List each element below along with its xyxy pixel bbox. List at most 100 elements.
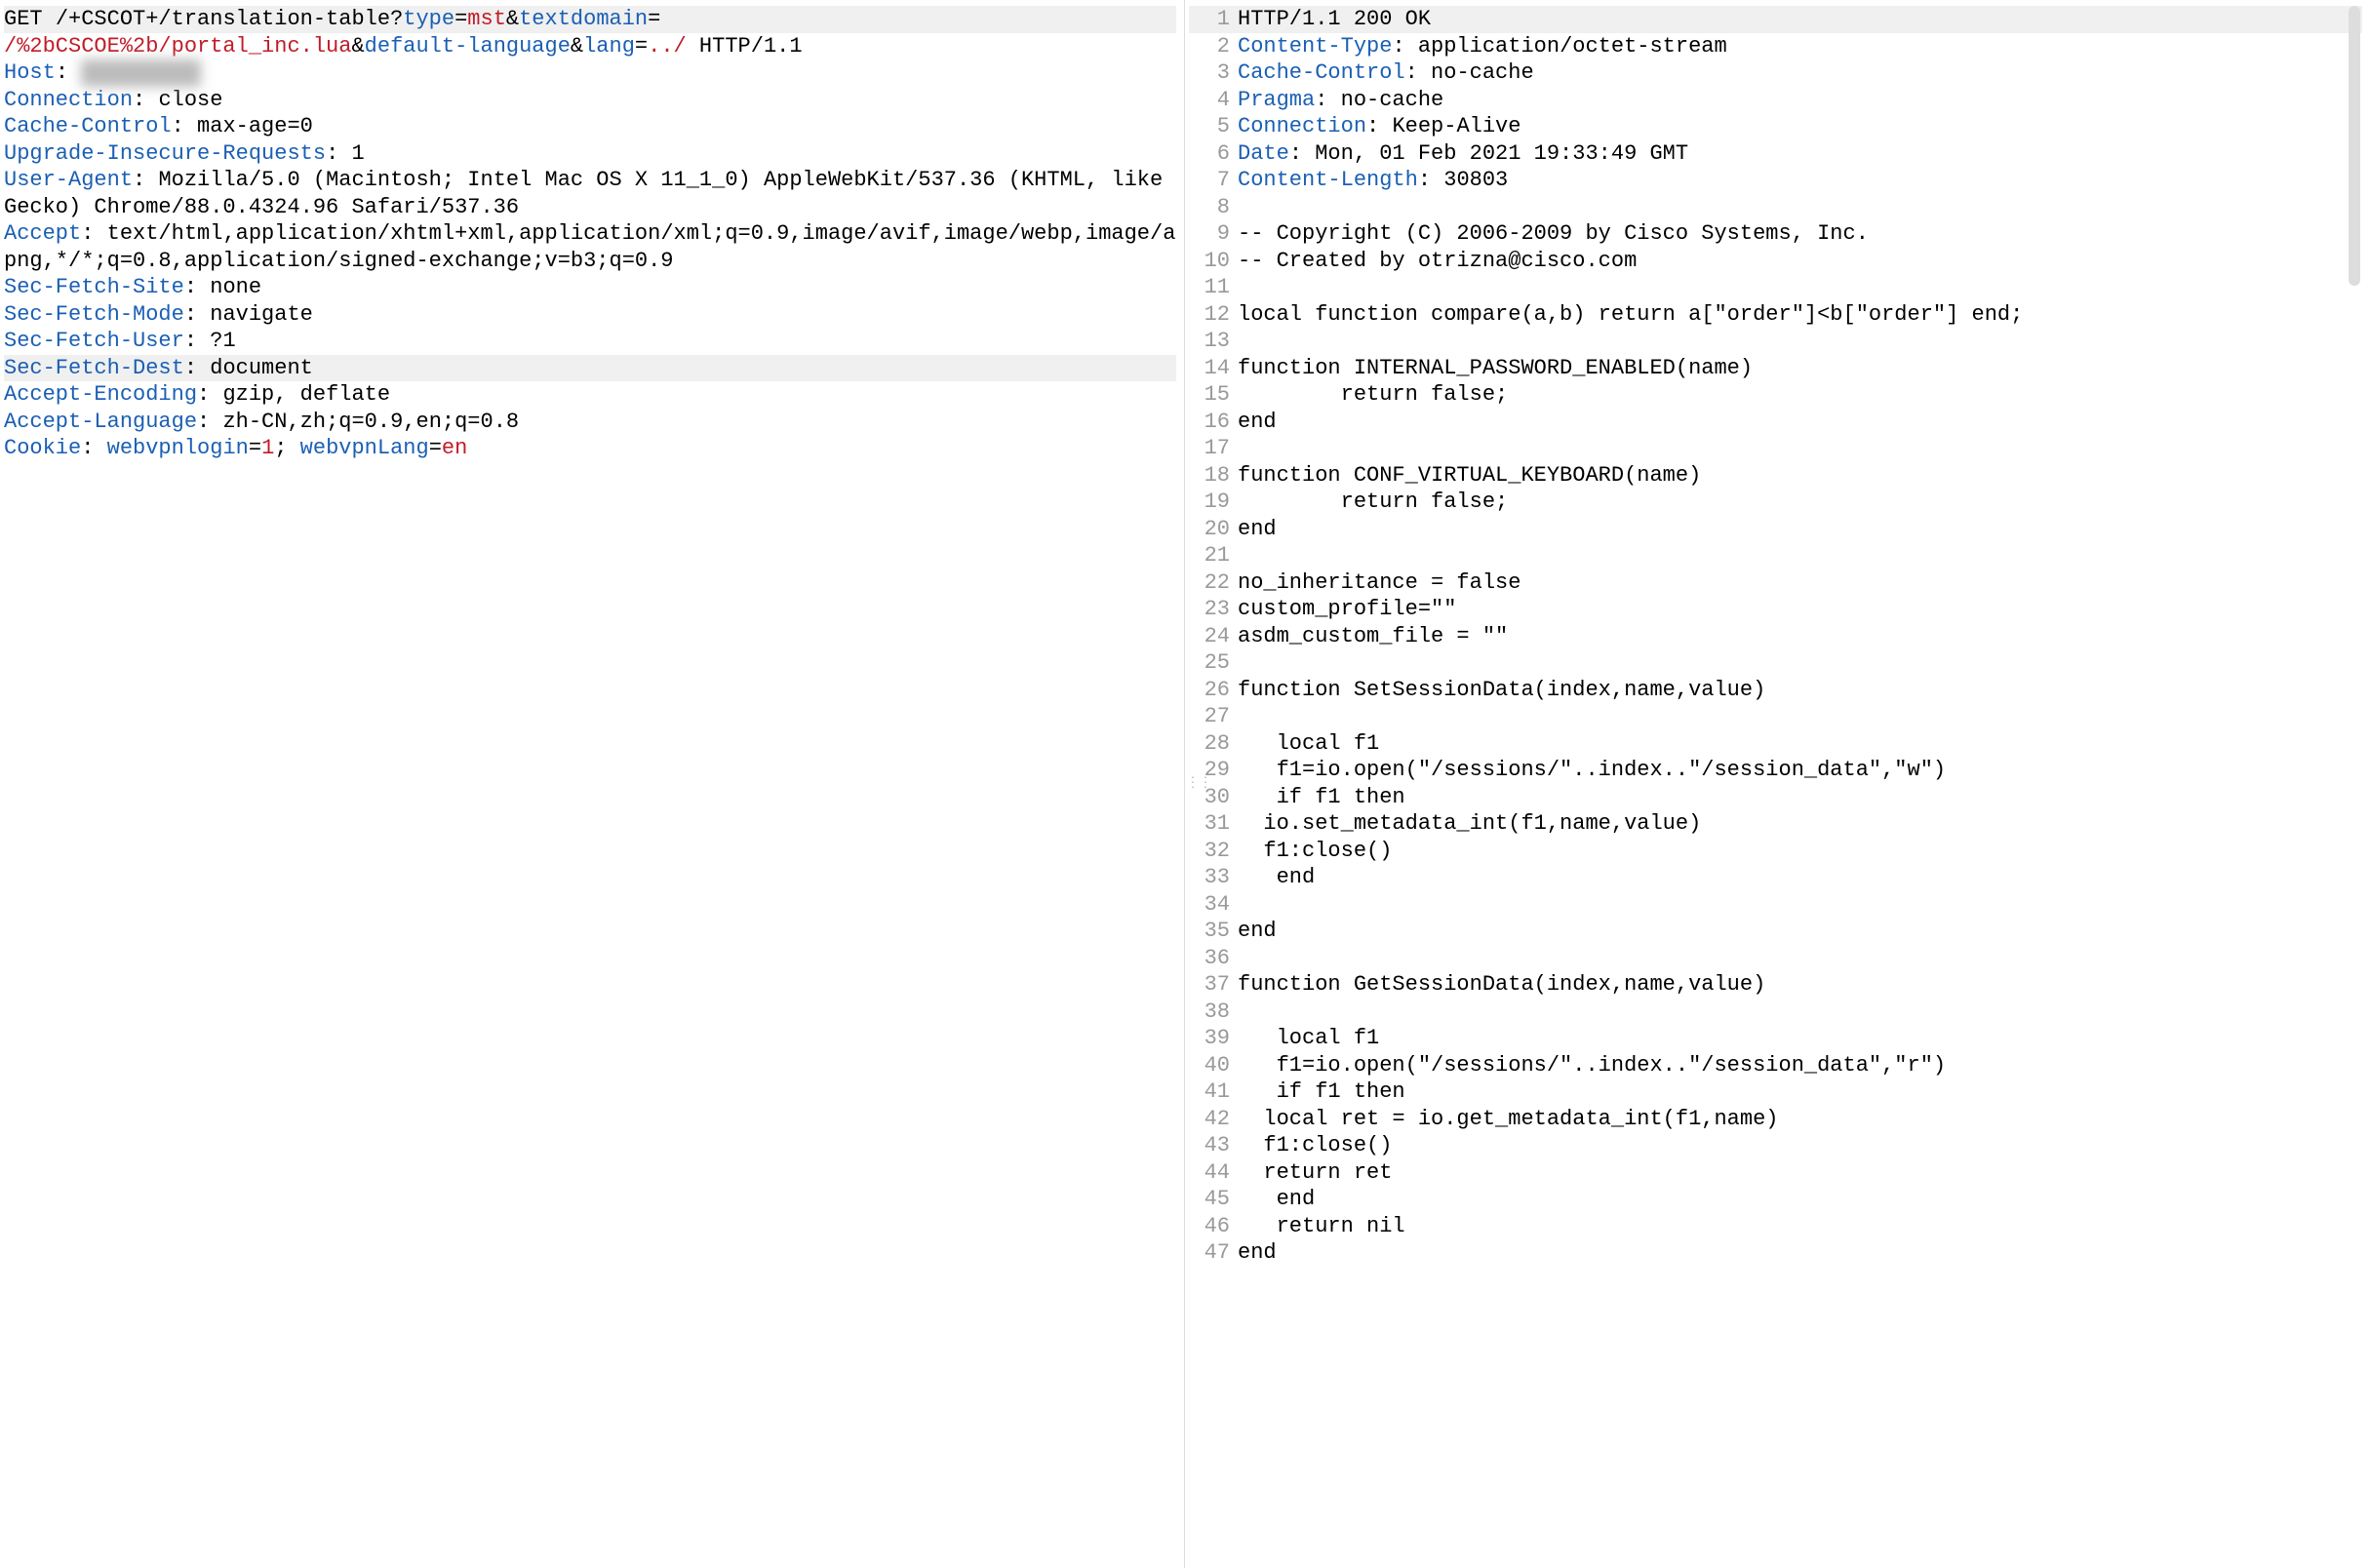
- token: HTTP/1.1: [687, 34, 803, 59]
- response-header[interactable]: 4Pragma: no-cache: [1189, 87, 2362, 114]
- response-body-line[interactable]: 9-- Copyright (C) 2006-2009 by Cisco Sys…: [1189, 220, 2362, 248]
- response-body-line[interactable]: 27: [1189, 703, 2362, 730]
- body-text: end: [1238, 517, 1277, 541]
- response-body-line[interactable]: 38: [1189, 999, 2362, 1026]
- response-header[interactable]: 3Cache-Control: no-cache: [1189, 59, 2362, 87]
- header-name: Content-Length: [1238, 168, 1418, 192]
- response-header[interactable]: 5Connection: Keep-Alive: [1189, 113, 2362, 140]
- response-body-line[interactable]: 46 return nil: [1189, 1213, 2362, 1240]
- response-body-line[interactable]: 30 if f1 then: [1189, 784, 2362, 811]
- request-cookie[interactable]: Cookie: webvpnlogin=1; webvpnLang=en: [4, 435, 1176, 462]
- request-header[interactable]: User-Agent: Mozilla/5.0 (Macintosh; Inte…: [4, 167, 1176, 220]
- request-line-cont[interactable]: /%2bCSCOE%2b/portal_inc.lua&default-lang…: [4, 33, 1176, 60]
- response-status-line[interactable]: 1HTTP/1.1 200 OK: [1189, 6, 2362, 33]
- response-body-line[interactable]: 31 io.set_metadata_int(f1,name,value): [1189, 810, 2362, 838]
- token: default-language: [365, 34, 571, 59]
- response-body-line[interactable]: 12local function compare(a,b) return a["…: [1189, 301, 2362, 329]
- request-header[interactable]: Accept-Encoding: gzip, deflate: [4, 381, 1176, 409]
- response-body-line[interactable]: 11: [1189, 274, 2362, 301]
- header-name: Sec-Fetch-User: [4, 329, 184, 353]
- response-body-line[interactable]: 22no_inheritance = false: [1189, 569, 2362, 597]
- response-body-line[interactable]: 24asdm_custom_file = "": [1189, 623, 2362, 650]
- response-body-line[interactable]: 8: [1189, 194, 2362, 221]
- response-body-line[interactable]: 25: [1189, 649, 2362, 677]
- request-header[interactable]: Sec-Fetch-Mode: navigate: [4, 301, 1176, 329]
- response-header[interactable]: 7Content-Length: 30803: [1189, 167, 2362, 194]
- response-header[interactable]: 6Date: Mon, 01 Feb 2021 19:33:49 GMT: [1189, 140, 2362, 168]
- token: /+CSCOT+/translation-table?: [56, 7, 403, 31]
- request-pane[interactable]: GET /+CSCOT+/translation-table?type=mst&…: [0, 0, 1185, 1568]
- response-body-line[interactable]: 18function CONF_VIRTUAL_KEYBOARD(name): [1189, 462, 2362, 490]
- request-header[interactable]: Upgrade-Insecure-Requests: 1: [4, 140, 1176, 168]
- response-body-line[interactable]: 36: [1189, 945, 2362, 972]
- response-body-line[interactable]: 14function INTERNAL_PASSWORD_ENABLED(nam…: [1189, 355, 2362, 382]
- header-name: User-Agent: [4, 168, 133, 192]
- response-body-line[interactable]: 39 local f1: [1189, 1025, 2362, 1052]
- line-number: 42: [1189, 1106, 1238, 1133]
- response-body-line[interactable]: 45 end: [1189, 1186, 2362, 1213]
- request-header[interactable]: Connection: close: [4, 87, 1176, 114]
- request-header[interactable]: Accept-Language: zh-CN,zh;q=0.9,en;q=0.8: [4, 409, 1176, 436]
- line-number: 11: [1189, 274, 1238, 301]
- response-body-line[interactable]: 47end: [1189, 1239, 2362, 1267]
- response-body-line[interactable]: 41 if f1 then: [1189, 1078, 2362, 1106]
- response-body-line[interactable]: 35end: [1189, 918, 2362, 945]
- line-number: 23: [1189, 596, 1238, 623]
- response-body-line[interactable]: 29 f1=io.open("/sessions/"..index.."/ses…: [1189, 757, 2362, 784]
- response-body-line[interactable]: 34: [1189, 891, 2362, 919]
- request-line[interactable]: GET /+CSCOT+/translation-table?type=mst&…: [4, 6, 1176, 33]
- response-body-line[interactable]: 32 f1:close(): [1189, 838, 2362, 865]
- response-body-line[interactable]: 42 local ret = io.get_metadata_int(f1,na…: [1189, 1106, 2362, 1133]
- token: lang: [583, 34, 635, 59]
- body-text: no_inheritance = false: [1238, 570, 1521, 595]
- response-body-line[interactable]: 43 f1:close(): [1189, 1132, 2362, 1159]
- request-header[interactable]: Sec-Fetch-Site: none: [4, 274, 1176, 301]
- response-body-line[interactable]: 13: [1189, 328, 2362, 355]
- response-body-line[interactable]: 37function GetSessionData(index,name,val…: [1189, 971, 2362, 999]
- body-text: end: [1238, 410, 1277, 434]
- response-body-line[interactable]: 26function SetSessionData(index,name,val…: [1189, 677, 2362, 704]
- response-body-line[interactable]: 16end: [1189, 409, 2362, 436]
- response-body-line[interactable]: 40 f1=io.open("/sessions/"..index.."/ses…: [1189, 1052, 2362, 1079]
- request-header[interactable]: Host: ████ ████: [4, 59, 1176, 87]
- response-body-line[interactable]: 17: [1189, 435, 2362, 462]
- token: &: [506, 7, 519, 31]
- request-header[interactable]: Sec-Fetch-User: ?1: [4, 328, 1176, 355]
- pane-resize-handle[interactable]: ⋮⋮: [1186, 775, 1211, 793]
- body-text: local ret = io.get_metadata_int(f1,name): [1238, 1107, 1779, 1131]
- body-text: end: [1238, 919, 1277, 943]
- token: =: [429, 436, 442, 460]
- response-body-line[interactable]: 44 return ret: [1189, 1159, 2362, 1187]
- body-text: function GetSessionData(index,name,value…: [1238, 972, 1765, 997]
- header-name: Accept-Encoding: [4, 382, 197, 407]
- response-editor[interactable]: 1HTTP/1.1 200 OK2Content-Type: applicati…: [1189, 6, 2362, 1267]
- response-pane[interactable]: ⋮⋮ 1HTTP/1.1 200 OK2Content-Type: applic…: [1185, 0, 2370, 1568]
- response-body-line[interactable]: 33 end: [1189, 864, 2362, 891]
- line-number: 2: [1189, 33, 1238, 60]
- request-editor[interactable]: GET /+CSCOT+/translation-table?type=mst&…: [4, 6, 1176, 462]
- header-value: document: [210, 356, 313, 380]
- body-text: end: [1238, 1187, 1315, 1211]
- line-number: 22: [1189, 569, 1238, 597]
- header-name: Pragma: [1238, 88, 1315, 112]
- line-number: 14: [1189, 355, 1238, 382]
- response-body-line[interactable]: 20end: [1189, 516, 2362, 543]
- response-body-line[interactable]: 23custom_profile="": [1189, 596, 2362, 623]
- body-text: return false;: [1238, 382, 1508, 407]
- token: /%2bCSCOE%2b/portal_inc.lua: [4, 34, 351, 59]
- response-body-line[interactable]: 10-- Created by otrizna@cisco.com: [1189, 248, 2362, 275]
- line-number: 7: [1189, 167, 1238, 194]
- response-body-line[interactable]: 19 return false;: [1189, 489, 2362, 516]
- body-text: local f1: [1238, 1026, 1379, 1050]
- response-body-line[interactable]: 21: [1189, 542, 2362, 569]
- response-body-line[interactable]: 28 local f1: [1189, 730, 2362, 758]
- response-header[interactable]: 2Content-Type: application/octet-stream: [1189, 33, 2362, 60]
- request-header[interactable]: Accept: text/html,application/xhtml+xml,…: [4, 220, 1176, 274]
- scrollbar-thumb[interactable]: [2349, 6, 2360, 286]
- request-header[interactable]: Cache-Control: max-age=0: [4, 113, 1176, 140]
- response-body-line[interactable]: 15 return false;: [1189, 381, 2362, 409]
- header-name: Connection: [4, 88, 133, 112]
- request-header[interactable]: Sec-Fetch-Dest: document: [4, 355, 1176, 382]
- line-number: 37: [1189, 971, 1238, 999]
- token: mst: [467, 7, 506, 31]
